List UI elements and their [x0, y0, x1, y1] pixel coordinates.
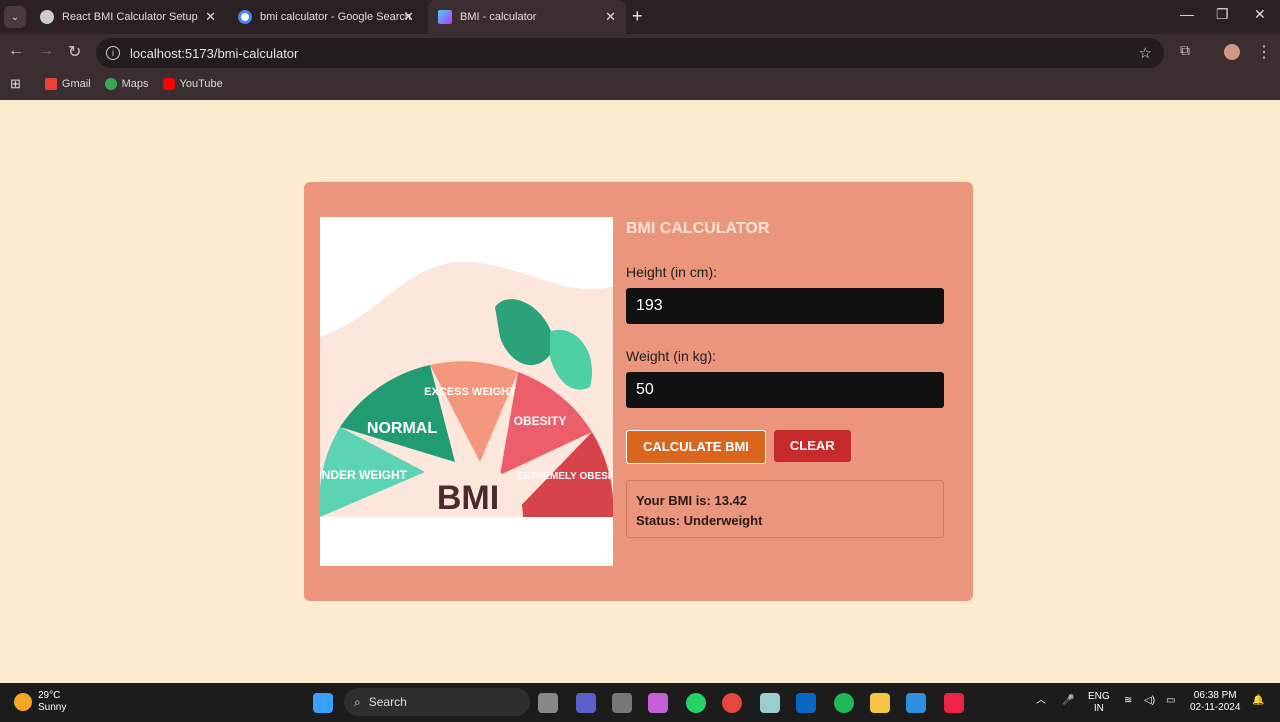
restore-icon[interactable]: ❐: [1216, 6, 1229, 23]
vscode-icon[interactable]: [906, 693, 926, 713]
openai-icon: [40, 10, 54, 24]
tab-react-setup[interactable]: React BMI Calculator Setup ✕: [30, 0, 226, 34]
close-tab-icon[interactable]: ✕: [205, 9, 216, 25]
photos-icon[interactable]: [760, 693, 780, 713]
tab-title: bmi calculator - Google Search: [260, 11, 412, 23]
bookmark-youtube[interactable]: YouTube: [162, 78, 223, 90]
whatsapp-icon[interactable]: [686, 693, 706, 713]
clock[interactable]: 06:38 PM 02-11-2024: [1190, 690, 1240, 714]
search-icon: ⌕: [354, 694, 361, 709]
apps-grid-icon[interactable]: ⊞: [10, 76, 21, 92]
gauge-label-extreme: EXTREMELY OBESITY: [517, 471, 613, 482]
bmi-card: UNDER WEIGHT NORMAL EXCESS WEIGHT OBESIT…: [304, 182, 973, 601]
chevron-up-icon[interactable]: ︿: [1036, 695, 1046, 707]
calculate-bmi-button[interactable]: CALCULATE BMI: [626, 430, 766, 464]
bmi-form: BMI CALCULATOR Height (in cm): 193 Weigh…: [626, 220, 946, 538]
microphone-icon[interactable]: 🎤: [1062, 695, 1074, 707]
tab-bmi-calculator[interactable]: BMI - calculator ✕: [428, 0, 626, 34]
language-indicator[interactable]: ENG IN: [1088, 691, 1110, 715]
teams-icon[interactable]: [576, 693, 596, 713]
window-close-icon[interactable]: ✕: [1254, 6, 1266, 23]
close-tab-icon[interactable]: ✕: [605, 9, 616, 25]
youtube-icon: [162, 78, 175, 90]
gauge-label-obesity: OBESITY: [514, 414, 567, 428]
tab-title: BMI - calculator: [460, 11, 537, 23]
weather-widget[interactable]: 29°C Sunny: [38, 690, 66, 714]
gauge-label-underweight: UNDER WEIGHT: [320, 468, 408, 482]
site-info-icon[interactable]: i: [106, 46, 120, 60]
reload-icon[interactable]: ↻: [68, 42, 81, 62]
taskbar: 29°C Sunny ⌕ Search ︿ 🎤 ENG IN ≋ ◁) ▭ 06:…: [0, 683, 1280, 722]
url-text: localhost:5173/bmi-calculator: [130, 45, 299, 61]
bmi-status-text: Status: Underweight: [636, 513, 763, 528]
close-tab-icon[interactable]: ✕: [403, 9, 414, 25]
copilot-icon[interactable]: [648, 693, 668, 713]
task-view-icon[interactable]: [538, 693, 558, 713]
bmi-result-text: Your BMI is: 13.42: [636, 493, 748, 508]
battery-icon[interactable]: ▭: [1166, 695, 1175, 707]
chrome-icon[interactable]: [722, 693, 742, 713]
linkedin-icon[interactable]: [796, 693, 816, 713]
weight-input[interactable]: 50: [626, 372, 944, 408]
forward-icon[interactable]: →: [38, 42, 54, 60]
height-label: Height (in cm):: [626, 264, 718, 280]
vite-icon: [438, 10, 452, 24]
nav-bar: ← → ↻ i localhost:5173/bmi-calculator ☆ …: [0, 34, 1280, 72]
browser-chrome: ⌄ React BMI Calculator Setup ✕ bmi calcu…: [0, 0, 1280, 100]
bookmark-star-icon[interactable]: ☆: [1139, 44, 1152, 62]
minimize-icon[interactable]: —: [1180, 6, 1194, 22]
gauge-label-normal: NORMAL: [367, 420, 437, 437]
file-explorer-icon[interactable]: [870, 693, 890, 713]
tab-strip: ⌄ React BMI Calculator Setup ✕ bmi calcu…: [0, 0, 1280, 34]
windows-start-icon[interactable]: [313, 693, 333, 713]
tab-google-search[interactable]: bmi calculator - Google Search ✕: [228, 0, 424, 34]
bmi-gauge-image: UNDER WEIGHT NORMAL EXCESS WEIGHT OBESIT…: [320, 261, 613, 566]
google-icon: [238, 10, 252, 24]
bookmark-maps[interactable]: Maps: [104, 78, 149, 90]
extensions-icon[interactable]: ⧉: [1180, 42, 1190, 59]
wifi-icon[interactable]: ≋: [1124, 695, 1132, 707]
new-tab-icon[interactable]: +: [632, 6, 643, 27]
back-icon[interactable]: ←: [8, 42, 24, 60]
gmail-icon: [44, 78, 57, 90]
tab-search-icon[interactable]: ⌄: [4, 6, 26, 28]
address-bar[interactable]: i localhost:5173/bmi-calculator ☆: [96, 38, 1164, 68]
settings-icon[interactable]: [612, 693, 632, 713]
page-title: BMI CALCULATOR: [626, 220, 770, 237]
volume-icon[interactable]: ◁): [1144, 695, 1155, 707]
gauge-label-excess: EXCESS WEIGHT: [424, 386, 516, 398]
bmi-illustration: UNDER WEIGHT NORMAL EXCESS WEIGHT OBESIT…: [320, 217, 613, 566]
maps-icon: [104, 78, 117, 90]
menu-icon[interactable]: ⋮: [1256, 42, 1272, 62]
taskbar-search[interactable]: ⌕ Search: [344, 688, 530, 716]
height-input[interactable]: 193: [626, 288, 944, 324]
notification-bell-icon[interactable]: 🔔: [1252, 695, 1264, 707]
bookmarks-bar: ⊞ Gmail Maps YouTube: [0, 72, 1280, 96]
clear-button[interactable]: CLEAR: [773, 430, 851, 462]
avatar[interactable]: [1224, 44, 1240, 60]
spotify-icon[interactable]: [834, 693, 854, 713]
sun-icon: [14, 693, 32, 711]
bookmark-gmail[interactable]: Gmail: [44, 78, 91, 90]
weight-label: Weight (in kg):: [626, 348, 716, 364]
gauge-center-label: BMI: [437, 479, 499, 517]
recorder-icon[interactable]: [944, 693, 964, 713]
tab-title: React BMI Calculator Setup: [62, 11, 198, 23]
result-box: Your BMI is: 13.42 Status: Underweight: [626, 480, 944, 538]
